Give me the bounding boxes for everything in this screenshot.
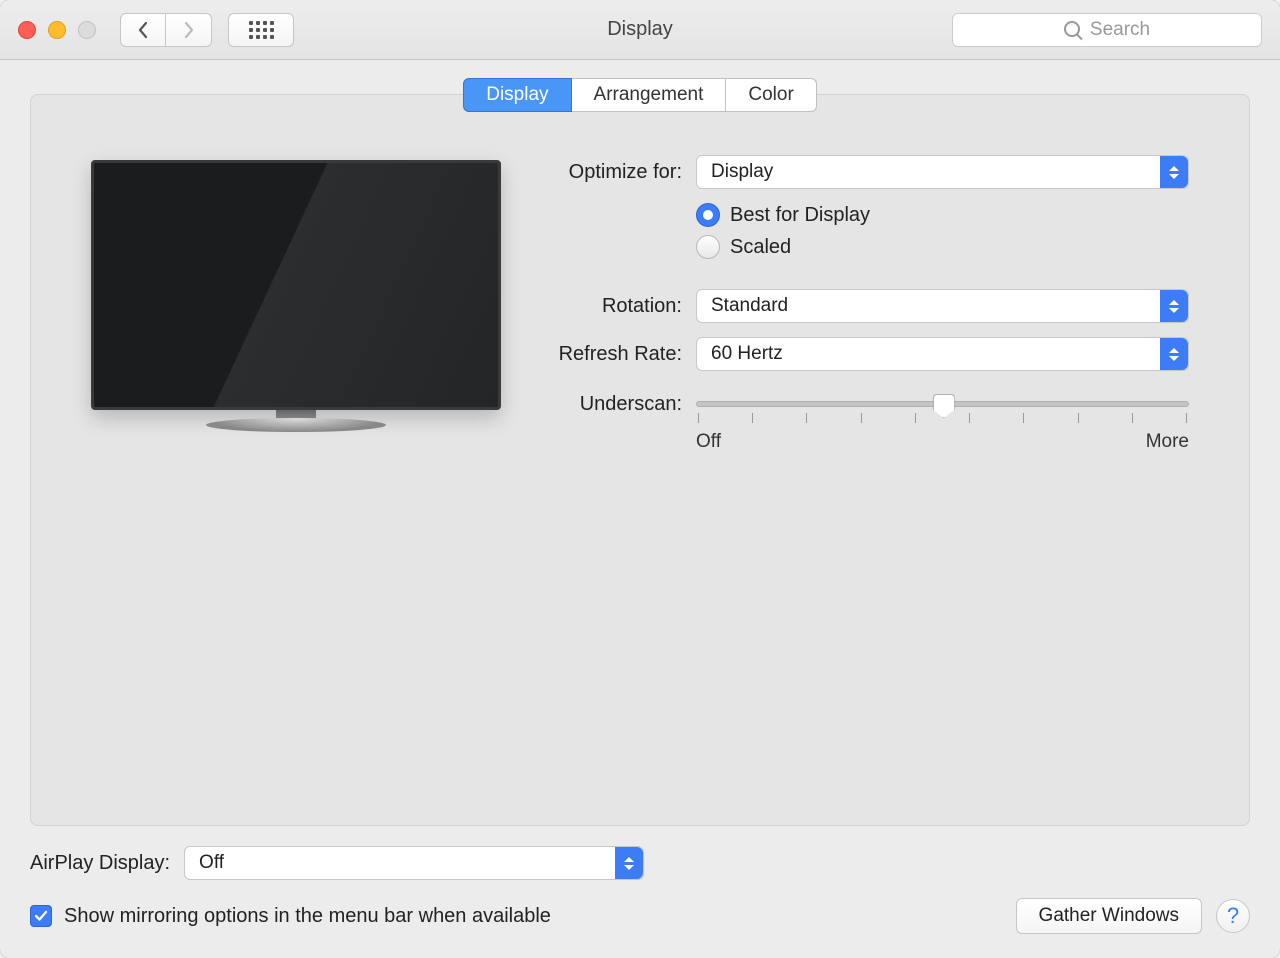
radio-scaled[interactable]: Scaled bbox=[696, 235, 1189, 259]
forward-button[interactable] bbox=[166, 13, 212, 47]
back-button[interactable] bbox=[120, 13, 166, 47]
monitor-preview bbox=[91, 160, 501, 440]
slider-labels: Off More bbox=[696, 431, 1189, 453]
tab-bar: Display Arrangement Color bbox=[30, 78, 1250, 112]
footer: AirPlay Display: Off Show mirroring opti… bbox=[0, 826, 1280, 958]
search-input[interactable]: Search bbox=[952, 13, 1262, 47]
monitor-screen-icon bbox=[91, 160, 501, 410]
help-icon: ? bbox=[1227, 903, 1239, 929]
mirroring-checkbox[interactable] bbox=[30, 905, 52, 927]
airplay-display-value: Off bbox=[199, 852, 224, 874]
preferences-window: Display Search Display Arrangement Color… bbox=[0, 0, 1280, 958]
radio-button-unchecked-icon bbox=[696, 235, 720, 259]
close-window-button[interactable] bbox=[18, 21, 36, 39]
airplay-display-label: AirPlay Display: bbox=[30, 852, 170, 875]
chevron-right-icon bbox=[183, 21, 195, 39]
monitor-stand-icon bbox=[91, 410, 501, 432]
rotation-select[interactable]: Standard bbox=[696, 289, 1189, 323]
radio-label: Scaled bbox=[730, 236, 791, 259]
refresh-rate-select[interactable]: 60 Hertz bbox=[696, 337, 1189, 371]
bottom-row: Show mirroring options in the menu bar w… bbox=[30, 898, 1250, 934]
airplay-row: AirPlay Display: Off bbox=[30, 846, 1250, 880]
tab-display[interactable]: Display bbox=[463, 78, 571, 112]
underscan-max-label: More bbox=[1146, 431, 1189, 453]
updown-arrows-icon bbox=[615, 847, 643, 879]
rotation-value: Standard bbox=[711, 295, 788, 317]
display-panel: Optimize for: Display Best for Display S… bbox=[30, 94, 1250, 826]
grid-icon bbox=[249, 21, 274, 39]
optimize-for-select[interactable]: Display bbox=[696, 155, 1189, 189]
optimize-for-value: Display bbox=[711, 161, 773, 183]
gather-windows-button[interactable]: Gather Windows bbox=[1016, 898, 1202, 934]
underscan-slider[interactable]: Off More bbox=[696, 391, 1189, 453]
updown-arrows-icon bbox=[1160, 338, 1188, 370]
tab-color[interactable]: Color bbox=[726, 78, 816, 112]
radio-best-for-display[interactable]: Best for Display bbox=[696, 203, 1189, 227]
resolution-radio-group: Best for Display Scaled bbox=[696, 203, 1189, 259]
tab-arrangement[interactable]: Arrangement bbox=[572, 78, 727, 112]
underscan-min-label: Off bbox=[696, 431, 721, 453]
chevron-left-icon bbox=[137, 21, 149, 39]
updown-arrows-icon bbox=[1160, 290, 1188, 322]
checkmark-icon bbox=[34, 909, 48, 923]
search-icon bbox=[1064, 21, 1082, 39]
refresh-rate-label: Refresh Rate: bbox=[531, 343, 696, 366]
search-placeholder: Search bbox=[1090, 19, 1150, 41]
underscan-label: Underscan: bbox=[531, 391, 696, 416]
refresh-rate-value: 60 Hertz bbox=[711, 343, 783, 365]
minimize-window-button[interactable] bbox=[48, 21, 66, 39]
radio-button-checked-icon bbox=[696, 203, 720, 227]
content: Display Arrangement Color Optimize for: … bbox=[0, 60, 1280, 826]
updown-arrows-icon bbox=[1160, 156, 1188, 188]
radio-label: Best for Display bbox=[730, 204, 870, 227]
nav-buttons bbox=[120, 13, 212, 47]
mirroring-label: Show mirroring options in the menu bar w… bbox=[64, 905, 551, 928]
display-settings: Optimize for: Display Best for Display S… bbox=[531, 155, 1189, 785]
window-title: Display bbox=[607, 18, 673, 41]
slider-track bbox=[696, 401, 1189, 407]
airplay-display-select[interactable]: Off bbox=[184, 846, 644, 880]
traffic-lights bbox=[18, 21, 96, 39]
help-button[interactable]: ? bbox=[1216, 899, 1250, 933]
show-all-button[interactable] bbox=[228, 13, 294, 47]
rotation-label: Rotation: bbox=[531, 295, 696, 318]
optimize-for-label: Optimize for: bbox=[531, 161, 696, 184]
titlebar: Display Search bbox=[0, 0, 1280, 60]
maximize-window-button bbox=[78, 21, 96, 39]
